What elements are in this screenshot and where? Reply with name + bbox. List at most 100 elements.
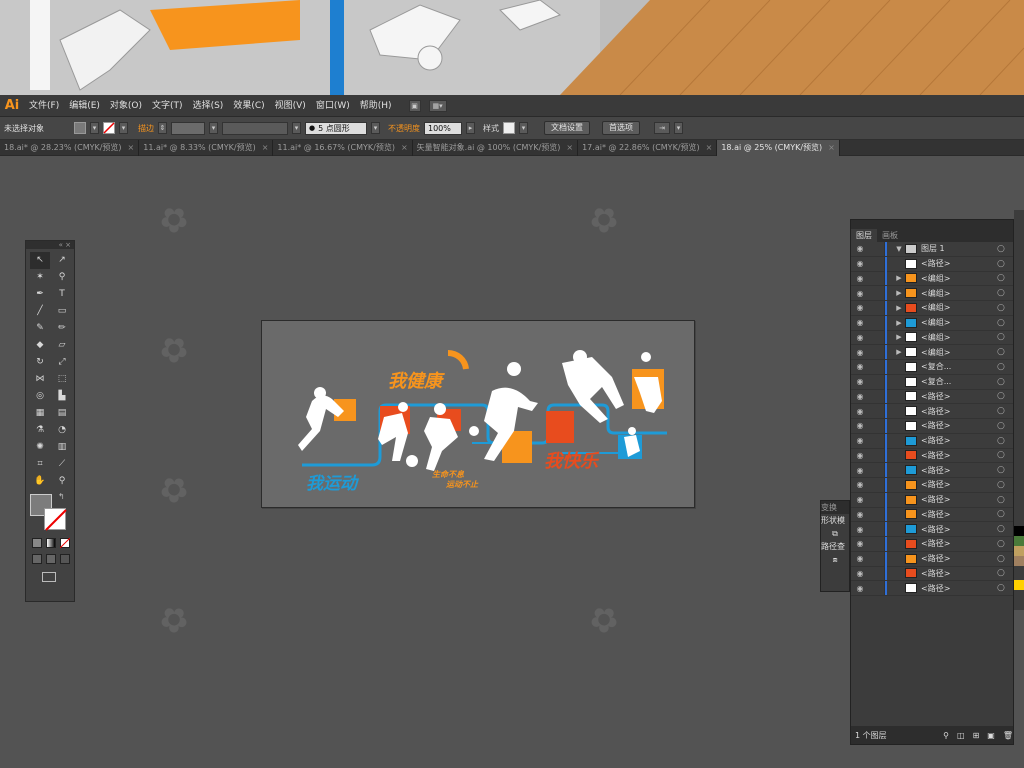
visibility-eye-icon[interactable]: ◉: [851, 495, 869, 504]
swatch-chip[interactable]: [1014, 546, 1024, 556]
swap-fill-stroke-icon[interactable]: ↰: [58, 492, 65, 501]
opacity-label[interactable]: 不透明度: [388, 123, 420, 134]
stroke-weight-stepper[interactable]: ⇕: [158, 122, 167, 134]
target-circle-icon[interactable]: ○: [997, 318, 1013, 328]
line-tool-icon[interactable]: ╱: [30, 303, 50, 320]
variable-width-dropdown[interactable]: ▾: [292, 122, 301, 134]
target-circle-icon[interactable]: ○: [997, 480, 1013, 490]
layer-row[interactable]: ◉ <路径> ○: [851, 477, 1013, 493]
stroke-dropdown[interactable]: ▾: [119, 122, 128, 134]
lock-toggle[interactable]: [869, 271, 885, 286]
width-tool-icon[interactable]: ⋈: [30, 371, 50, 388]
pathfinder-icon[interactable]: ⧈: [821, 553, 849, 566]
document-setup-button[interactable]: 文档设置: [544, 121, 590, 135]
layer-name[interactable]: <复合...: [921, 361, 997, 372]
expand-triangle-icon[interactable]: ▶: [893, 348, 905, 356]
expand-triangle-icon[interactable]: ▶: [893, 319, 905, 327]
close-icon[interactable]: ×: [262, 140, 269, 156]
blend-tool-icon[interactable]: ◔: [52, 422, 72, 439]
lock-toggle[interactable]: [869, 581, 885, 596]
swatch-chip[interactable]: [1014, 526, 1024, 536]
layer-row[interactable]: ◉ <路径> ○: [851, 448, 1013, 464]
lock-toggle[interactable]: [869, 404, 885, 419]
layer-name[interactable]: <路径>: [921, 258, 997, 269]
menu-window[interactable]: 窗口(W): [311, 95, 355, 117]
lock-toggle[interactable]: [869, 345, 885, 360]
gradient-tool-icon[interactable]: ▤: [52, 405, 72, 422]
align-panel-icon[interactable]: ⇥: [654, 122, 670, 134]
visibility-eye-icon[interactable]: ◉: [851, 466, 869, 475]
rotate-tool-icon[interactable]: ↻: [30, 354, 50, 371]
layer-row[interactable]: ◉ ▶ <编组> ○: [851, 345, 1013, 360]
lock-toggle[interactable]: [869, 463, 885, 478]
target-circle-icon[interactable]: ○: [997, 509, 1013, 519]
layer-name[interactable]: 图层 1: [921, 243, 997, 254]
lock-toggle[interactable]: [869, 374, 885, 389]
slice-tool-icon[interactable]: ⟋: [52, 456, 72, 473]
layer-name[interactable]: <编组>: [921, 302, 997, 313]
target-circle-icon[interactable]: ○: [997, 495, 1013, 505]
visibility-eye-icon[interactable]: ◉: [851, 539, 869, 548]
scale-tool-icon[interactable]: ⤢: [52, 354, 72, 371]
layer-name[interactable]: <路径>: [921, 406, 997, 417]
doc-tab[interactable]: 18.ai* @ 28.23% (CMYK/预览) ×: [0, 140, 140, 156]
swatch-chip[interactable]: [1014, 580, 1024, 590]
fill-dropdown[interactable]: ▾: [90, 122, 99, 134]
layer-name[interactable]: <路径>: [921, 494, 997, 505]
layer-row[interactable]: ◉ <路径> ○: [851, 404, 1013, 419]
shape-modes-icon[interactable]: ⧉: [821, 527, 849, 540]
layer-name[interactable]: <编组>: [921, 317, 997, 328]
opacity-dropdown[interactable]: ▸: [466, 122, 475, 134]
menu-edit[interactable]: 编辑(E): [64, 95, 105, 117]
menu-file[interactable]: 文件(F): [24, 95, 64, 117]
zoom-tool-icon[interactable]: ⚲: [52, 473, 72, 490]
lock-toggle[interactable]: [869, 536, 885, 551]
close-icon[interactable]: ×: [566, 140, 573, 156]
lock-toggle[interactable]: [869, 418, 885, 433]
shape-modes-label[interactable]: 形状模: [821, 514, 849, 527]
expand-triangle-icon[interactable]: ▶: [893, 274, 905, 282]
graphic-style-dropdown[interactable]: ▾: [519, 122, 528, 134]
transform-panel-tab[interactable]: 变换: [821, 501, 849, 514]
lock-toggle[interactable]: [869, 522, 885, 537]
preferences-button[interactable]: 首选项: [602, 121, 640, 135]
layer-row-top[interactable]: ◉ ▼ 图层 1 ○: [851, 241, 1013, 257]
hand-tool-icon[interactable]: ✋: [30, 473, 50, 490]
expand-triangle-icon[interactable]: ▶: [893, 304, 905, 312]
layer-name[interactable]: <路径>: [921, 420, 997, 431]
perspective-grid-tool-icon[interactable]: ▙: [52, 388, 72, 405]
doc-tab[interactable]: 11.ai* @ 16.67% (CMYK/预览) ×: [273, 140, 413, 156]
layer-row[interactable]: ◉ ▶ <编组> ○: [851, 286, 1013, 301]
lock-toggle[interactable]: [869, 315, 885, 330]
brush-definition[interactable]: ● 5 点圆形: [305, 121, 367, 135]
lock-toggle[interactable]: [869, 256, 885, 271]
layer-row[interactable]: ◉ <路径> ○: [851, 389, 1013, 405]
lock-toggle[interactable]: [869, 477, 885, 492]
layer-name[interactable]: <路径>: [921, 583, 997, 594]
visibility-eye-icon[interactable]: ◉: [851, 244, 869, 253]
target-circle-icon[interactable]: ○: [997, 568, 1013, 578]
layer-row[interactable]: ◉ <路径> ○: [851, 566, 1013, 582]
visibility-eye-icon[interactable]: ◉: [851, 436, 869, 445]
layer-row[interactable]: ◉ <路径> ○: [851, 463, 1013, 478]
swatch-chip[interactable]: [1014, 556, 1024, 566]
variable-width-field[interactable]: [222, 121, 288, 135]
visibility-eye-icon[interactable]: ◉: [851, 377, 869, 386]
layer-row[interactable]: ◉ <路径> ○: [851, 551, 1013, 567]
menu-help[interactable]: 帮助(H): [355, 95, 397, 117]
layer-name[interactable]: <路径>: [921, 450, 997, 461]
menu-effect[interactable]: 效果(C): [228, 95, 269, 117]
layer-row[interactable]: ◉ <路径> ○: [851, 581, 1013, 596]
layer-row[interactable]: ◉ ▶ <编组> ○: [851, 330, 1013, 346]
menu-view[interactable]: 视图(V): [270, 95, 311, 117]
layer-name[interactable]: <路径>: [921, 553, 997, 564]
lock-toggle[interactable]: [869, 492, 885, 507]
close-icon[interactable]: ×: [128, 140, 135, 156]
visibility-eye-icon[interactable]: ◉: [851, 348, 869, 357]
lock-toggle[interactable]: [869, 433, 885, 448]
stroke-swatch[interactable]: [103, 122, 115, 134]
lock-toggle[interactable]: [869, 300, 885, 315]
close-icon[interactable]: ×: [706, 140, 713, 156]
target-circle-icon[interactable]: ○: [997, 377, 1013, 387]
doc-tab-active[interactable]: 18.ai @ 25% (CMYK/预览) ×: [717, 140, 840, 156]
